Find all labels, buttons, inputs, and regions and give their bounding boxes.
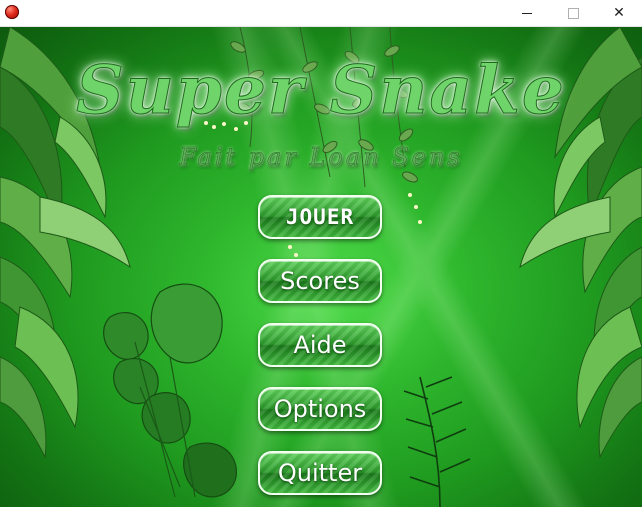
- minimize-button[interactable]: [504, 0, 550, 26]
- close-icon: ✕: [613, 5, 625, 21]
- close-button[interactable]: ✕: [596, 0, 642, 26]
- options-button[interactable]: Options: [258, 387, 382, 431]
- maximize-icon: [567, 7, 579, 19]
- red-ball-icon: [5, 5, 19, 19]
- help-button[interactable]: Aide: [258, 323, 382, 367]
- game-canvas: Super Snake Fait par Loan Sens JOUER Sco…: [0, 27, 642, 507]
- title-bar: ✕: [0, 0, 642, 27]
- maximize-button[interactable]: [550, 0, 596, 26]
- play-button[interactable]: JOUER: [258, 195, 382, 239]
- main-menu: JOUER Scores Aide Options Quitter: [0, 27, 642, 507]
- minimize-icon: [522, 12, 532, 14]
- quit-button[interactable]: Quitter: [258, 451, 382, 495]
- scores-button[interactable]: Scores: [258, 259, 382, 303]
- game-window: ✕ Super Snake Fait par Loan Sens JOUER S…: [0, 0, 642, 507]
